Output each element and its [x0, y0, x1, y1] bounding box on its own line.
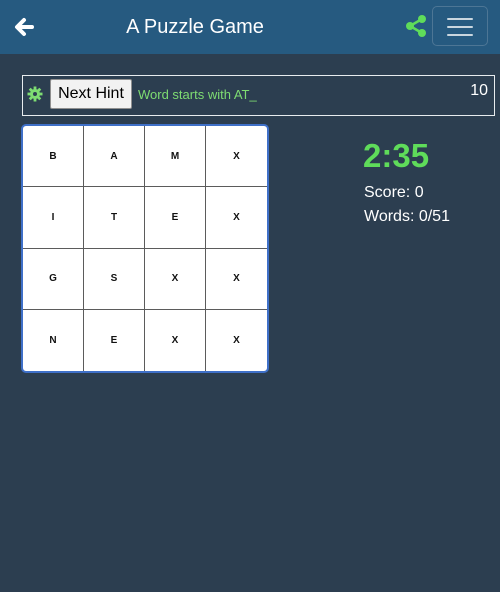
- next-hint-button[interactable]: Next Hint: [50, 79, 132, 109]
- board-cell[interactable]: X: [206, 126, 267, 188]
- board-cell[interactable]: S: [84, 248, 145, 310]
- letter-board: B A M X I T E X G S X X N E X X: [21, 124, 269, 373]
- board-cell[interactable]: X: [206, 310, 267, 371]
- hint-bar: Next Hint Word starts with AT_ 10: [22, 75, 495, 116]
- gear-icon: [27, 86, 43, 102]
- board-cell[interactable]: N: [23, 309, 84, 371]
- share-button[interactable]: [402, 12, 430, 40]
- settings-button[interactable]: [27, 86, 43, 102]
- words-count: Words: 0/51: [364, 208, 450, 225]
- board-cell[interactable]: E: [84, 309, 145, 371]
- board-cell[interactable]: X: [145, 309, 206, 371]
- hint-text: Word starts with AT_: [138, 87, 257, 102]
- hamburger-menu-icon-line: [447, 26, 473, 28]
- timer: 2:35: [363, 137, 430, 174]
- board-cell[interactable]: X: [206, 187, 267, 249]
- hamburger-menu-icon: [447, 18, 473, 20]
- hamburger-menu-icon-line: [447, 34, 473, 36]
- board-cell[interactable]: X: [145, 248, 206, 310]
- board-cell[interactable]: X: [206, 249, 267, 310]
- board-cell[interactable]: A: [84, 126, 145, 188]
- board-cell[interactable]: G: [23, 248, 84, 310]
- share-icon: [406, 15, 426, 37]
- hint-count: 10: [470, 82, 488, 99]
- score-label: Score: 0: [364, 184, 424, 201]
- board-cell[interactable]: B: [23, 126, 84, 188]
- board-cell[interactable]: M: [145, 126, 206, 188]
- board-cell[interactable]: E: [145, 187, 206, 249]
- top-app-bar: A Puzzle Game: [0, 0, 500, 54]
- hamburger-menu-button[interactable]: [432, 6, 488, 46]
- board-cell[interactable]: I: [23, 187, 84, 249]
- page-title: A Puzzle Game: [126, 16, 264, 38]
- board-cell[interactable]: T: [84, 187, 145, 249]
